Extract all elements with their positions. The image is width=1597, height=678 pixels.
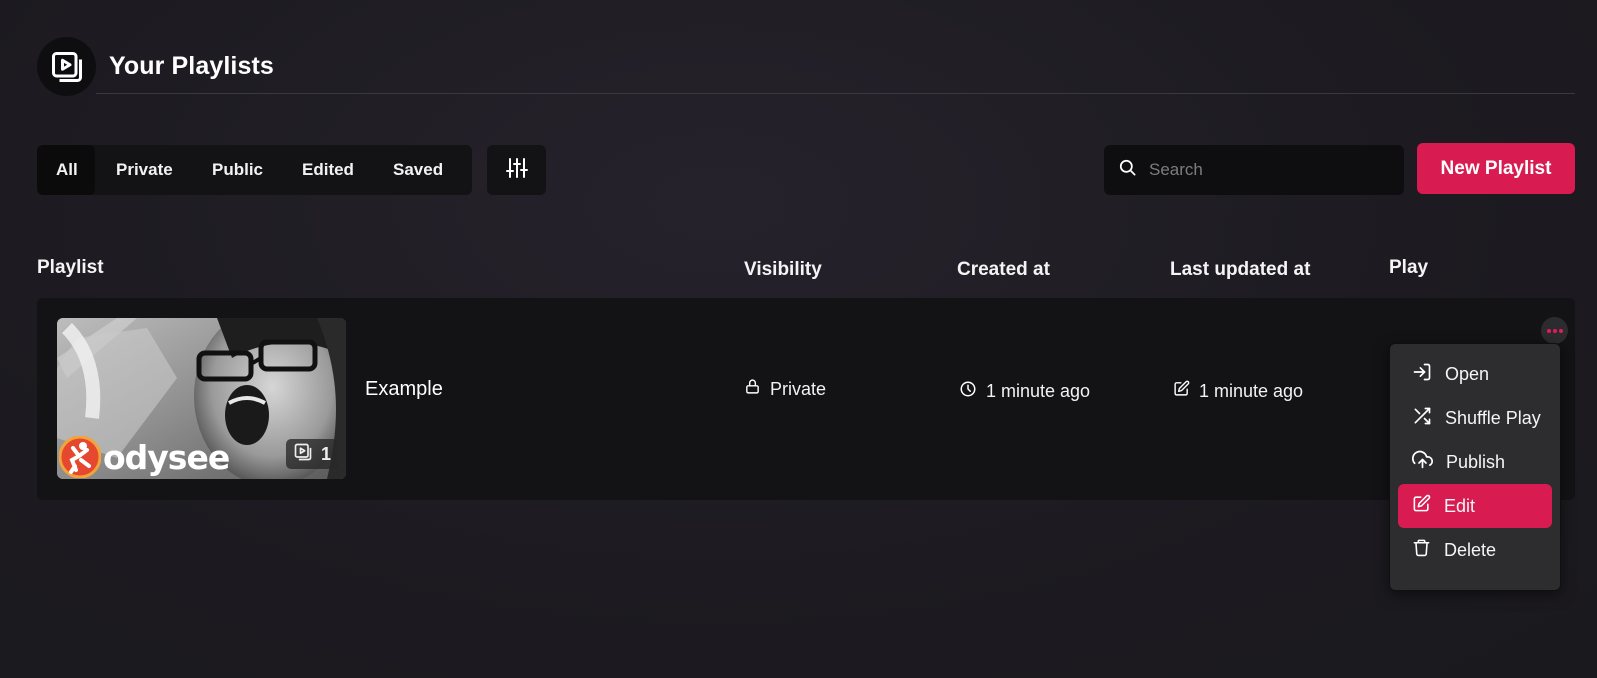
page-header: Your Playlists (37, 37, 274, 96)
lock-icon (744, 378, 770, 400)
search-input[interactable] (1149, 160, 1389, 180)
menu-item-label: Publish (1446, 451, 1506, 472)
column-header-playlist: Playlist (37, 257, 104, 278)
search-box[interactable] (1104, 145, 1404, 195)
tab-all[interactable]: All (37, 145, 95, 195)
column-header-updated: Last updated at (1170, 259, 1311, 280)
menu-item-label: Shuffle Play (1445, 407, 1541, 428)
dot (1558, 328, 1563, 333)
tab-public[interactable]: Public (192, 145, 282, 195)
odysee-logo: odysee (59, 436, 230, 478)
menu-item-open[interactable]: Open (1398, 352, 1552, 396)
playlist-icon (293, 442, 313, 467)
edit-icon (1173, 380, 1199, 402)
menu-item-shuffle-play[interactable]: Shuffle Play (1398, 396, 1552, 440)
updated-cell: 1 minute ago (1173, 380, 1303, 402)
edit-icon (1412, 494, 1444, 518)
filter-options-button[interactable] (487, 145, 546, 195)
menu-item-delete[interactable]: Delete (1398, 528, 1552, 572)
created-cell: 1 minute ago (959, 380, 1090, 403)
clock-icon (959, 380, 986, 403)
playlist-title[interactable]: Example (365, 378, 443, 401)
more-options-button[interactable] (1541, 317, 1568, 344)
menu-item-publish[interactable]: Publish (1398, 440, 1552, 484)
column-header-created: Created at (957, 259, 1050, 280)
header-divider (96, 93, 1575, 94)
page-title: Your Playlists (109, 52, 274, 80)
cloud-upload-icon (1412, 449, 1446, 475)
tab-edited[interactable]: Edited (282, 145, 374, 195)
open-icon (1412, 362, 1445, 387)
sliders-icon (505, 156, 529, 185)
shuffle-icon (1412, 406, 1445, 431)
trash-icon (1412, 538, 1444, 562)
item-count: 1 (320, 443, 331, 464)
tab-saved[interactable]: Saved (374, 145, 472, 195)
odysee-logo-text: odysee (103, 437, 230, 477)
tab-private[interactable]: Private (95, 145, 192, 195)
playlist-icon (37, 37, 96, 96)
menu-item-label: Open (1445, 363, 1490, 384)
menu-item-label: Delete (1444, 539, 1497, 560)
dot (1546, 328, 1551, 333)
playlist-thumbnail[interactable]: odysee 1 (57, 318, 346, 479)
updated-value: 1 minute ago (1199, 380, 1304, 401)
filter-tabs: All Private Public Edited Saved (37, 145, 472, 195)
dot (1552, 328, 1557, 333)
table-row[interactable]: odysee 1 Example Private 1 minute ago 1 … (37, 298, 1575, 500)
visibility-cell: Private (744, 378, 826, 400)
column-header-play: Play (1389, 257, 1429, 278)
column-header-visibility: Visibility (744, 259, 822, 280)
search-icon (1118, 158, 1137, 182)
visibility-value: Private (770, 378, 827, 399)
playlists-page: Your Playlists All Private Public Edited… (0, 0, 1597, 678)
menu-item-label: Edit (1444, 495, 1476, 516)
item-count-badge: 1 (285, 439, 338, 469)
menu-item-edit[interactable]: Edit (1398, 484, 1552, 528)
created-value: 1 minute ago (986, 381, 1091, 401)
playlist-actions-menu: Open Shuffle Play Publish Edit Delete (1389, 343, 1561, 591)
new-playlist-button[interactable]: New Playlist (1417, 143, 1575, 194)
